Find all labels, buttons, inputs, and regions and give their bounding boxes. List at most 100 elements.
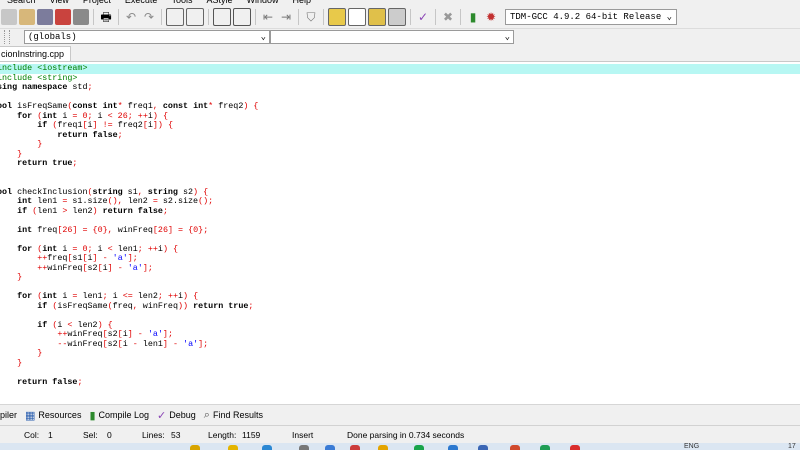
code-line-text: } [17,272,23,282]
toolbar-separator [161,9,162,25]
message-tab-find-results[interactable]: ⌕ Find Results [200,409,267,422]
code-line[interactable]: --winFreq[s2[i - len1] - 'a']; [0,339,800,350]
code-line[interactable]: return false; [0,377,800,388]
print-icon[interactable]: 🖶 [98,9,114,25]
code-line[interactable]: int freq[26] = {0}, winFreq[26] = {0}; [0,224,800,236]
taskbar-app-icon[interactable] [325,445,335,450]
status-col-label: Col: [24,430,40,440]
file-tab[interactable]: cionInstring.cpp [0,46,72,61]
run-icon[interactable] [348,8,366,26]
compile-icon[interactable] [328,8,346,26]
code-line[interactable]: return false; [0,130,800,141]
unindent-icon[interactable]: ⇥ [278,9,294,25]
message-tab-piler[interactable]: piler [0,410,21,420]
code-line[interactable]: include <iostream> [0,63,800,74]
chart-icon[interactable]: ▮ [465,9,481,25]
taskbar-app-icon[interactable] [350,445,360,450]
toolbar-separator [208,9,209,25]
taskbar-app-icon[interactable] [378,445,388,450]
code-line-text: int freq[26] = {0}, winFreq[26] = {0}; [17,224,209,235]
main-toolbar: 🖶 ↶ ↷ ⇤ ⇥ ⛉ ✓ ✖ ▮ ✹ TDM-GCC 4.9.2 64-bit… [0,6,800,29]
rebuild-icon[interactable] [388,8,406,26]
status-bar: Col: 1 Sel: 0 Lines: 53 Length: 1159 Ins… [0,425,800,444]
code-line[interactable]: sing namespace std; [0,82,800,93]
code-line[interactable] [0,169,800,179]
code-line-text: sing namespace std; [0,82,93,92]
find-icon[interactable] [166,8,184,26]
compile-log-icon: ▮ [89,409,96,422]
status-col-value: 1 [48,430,53,440]
new-icon[interactable] [1,9,17,25]
scope-select-value: (globals) [28,31,77,42]
taskbar-app-icon[interactable] [540,445,550,450]
taskbar-app-icon[interactable] [299,445,309,450]
clock[interactable]: 17 [788,443,796,450]
toolbar-grip[interactable] [4,29,10,44]
code-line[interactable] [0,311,800,321]
taskbar-app-icon[interactable] [570,445,580,450]
code-editor[interactable]: include <iostream>include <string>sing n… [0,62,800,404]
taskbar-app-icon[interactable] [228,445,238,450]
compile-run-icon[interactable] [368,8,386,26]
code-line[interactable] [0,368,800,378]
message-tab-debug[interactable]: ✓ Debug [153,409,200,422]
save-all-icon[interactable] [55,9,71,25]
menu-item-window[interactable]: Window [239,0,285,5]
close-icon[interactable] [73,9,89,25]
menu-item-search[interactable]: Search [0,0,43,5]
taskbar-app-icon[interactable] [510,445,520,450]
toggle-icon[interactable] [233,8,251,26]
message-tab-label: Compile Log [98,410,150,420]
menu-item-astyle[interactable]: AStyle [199,0,239,5]
taskbar-app-icon[interactable] [414,445,424,450]
menu-item-project[interactable]: Project [76,0,118,5]
code-line[interactable]: include <string> [0,73,800,84]
code-line[interactable]: if (len1 > len2) return false; [0,206,800,217]
redo-icon[interactable]: ↷ [141,9,157,25]
replace-icon[interactable] [186,8,204,26]
compiler-select[interactable]: TDM-GCC 4.9.2 64-bit Release ⌄ [505,9,677,25]
menu-item-tools[interactable]: Tools [164,0,199,5]
status-sel-value: 0 [107,430,112,440]
file-tab-label: cionInstring.cpp [1,49,65,59]
open-icon[interactable] [19,9,35,25]
status-mode: Insert [292,430,314,440]
code-line[interactable]: } [0,348,800,359]
goto-icon[interactable] [213,8,231,26]
chevron-down-icon: ⌄ [260,31,266,42]
taskbar-app-icon[interactable] [190,445,200,450]
save-icon[interactable] [37,9,53,25]
toolbar-separator [93,9,94,25]
taskbar-app-icon[interactable] [448,445,458,450]
message-tab-compile-log[interactable]: ▮ Compile Log [85,409,153,422]
taskbar-app-icon[interactable] [478,445,488,450]
status-length-label: Length: [208,430,237,440]
toolbar-separator [255,9,256,25]
language-indicator[interactable]: ENG [684,443,699,450]
code-line[interactable]: if (isFreqSame(freq, winFreq)) return tr… [0,301,800,312]
status-message: Done parsing in 0.734 seconds [347,430,465,440]
code-line[interactable]: } [0,149,800,160]
code-line[interactable]: } [0,139,800,150]
menu-item-view[interactable]: View [43,0,76,5]
check-icon[interactable]: ✓ [415,9,431,25]
menu-item-execute[interactable]: Execute [118,0,165,5]
indent-icon[interactable]: ⇤ [260,9,276,25]
scope-select[interactable]: (globals) ⌄ [24,29,270,44]
undo-icon[interactable]: ↶ [123,9,139,25]
code-line[interactable]: return true; [0,158,800,169]
member-select[interactable]: ⌄ [270,29,514,44]
message-tab-label: Debug [169,410,196,420]
debug-icon[interactable]: ✹ [483,9,499,25]
code-line[interactable]: } [0,272,800,283]
code-line[interactable]: ++winFreq[s2[i] - 'a']; [0,263,800,274]
bookmark-icon[interactable]: ⛉ [303,9,319,25]
status-lines-value: 53 [171,430,181,440]
code-line[interactable]: } [0,358,800,369]
menu-item-help[interactable]: Help [285,0,318,5]
taskbar-app-icon[interactable] [262,445,272,450]
stop-icon[interactable]: ✖ [440,9,456,25]
message-tab-resources[interactable]: ▦ Resources [21,409,85,422]
toolbar-separator [410,9,411,25]
chevron-down-icon: ⌄ [666,12,672,22]
